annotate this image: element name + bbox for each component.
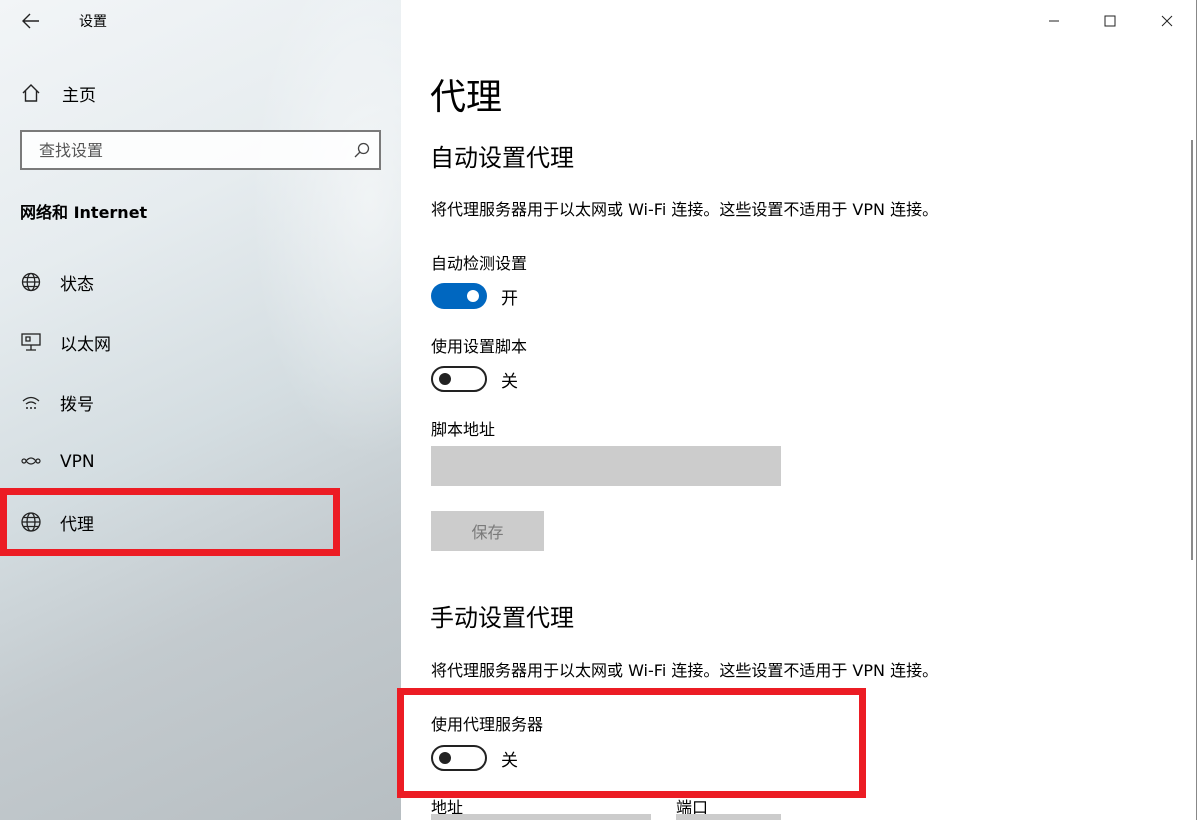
selection-indicator [4, 510, 7, 534]
search-input[interactable] [37, 139, 337, 161]
back-arrow-icon [22, 13, 39, 29]
script-address-field[interactable] [431, 446, 781, 486]
sidebar-item-proxy[interactable]: 代理 [0, 492, 400, 552]
sidebar-item-label: 以太网 [60, 334, 111, 355]
maximize-icon [1104, 15, 1116, 27]
close-button[interactable] [1144, 6, 1190, 36]
toggle-knob [439, 752, 451, 764]
maximize-button[interactable] [1087, 6, 1133, 36]
ethernet-icon [20, 331, 42, 353]
close-icon [1161, 15, 1173, 27]
sidebar: 设置 主页 网络和 Internet 状态 [0, 0, 401, 820]
section-title: 网络和 Internet [20, 203, 148, 222]
home-label: 主页 [62, 85, 96, 106]
search-icon[interactable] [353, 141, 371, 159]
sidebar-item-vpn[interactable]: VPN [0, 432, 400, 492]
globe-icon [20, 511, 42, 533]
sidebar-item-ethernet[interactable]: 以太网 [0, 312, 400, 372]
save-button[interactable]: 保存 [431, 511, 544, 551]
home-nav-item[interactable]: 主页 [20, 80, 96, 106]
proxy-address-field[interactable] [431, 814, 651, 820]
globe-status-icon [20, 271, 42, 293]
sidebar-item-label: 拨号 [60, 394, 94, 415]
auto-detect-row: 开 [431, 283, 518, 309]
search-box[interactable] [20, 130, 381, 170]
setup-script-label: 使用设置脚本 [431, 337, 528, 356]
manual-proxy-description: 将代理服务器用于以太网或 Wi-Fi 连接。这些设置不适用于 VPN 连接。 [431, 661, 939, 680]
scrollbar[interactable] [1191, 140, 1193, 560]
sidebar-item-label: 代理 [60, 514, 94, 535]
minimize-icon [1049, 20, 1059, 22]
minimize-button[interactable] [1031, 6, 1077, 36]
setup-script-state: 关 [501, 371, 518, 392]
back-button[interactable] [14, 6, 48, 36]
use-proxy-state: 关 [501, 750, 518, 771]
use-proxy-toggle[interactable] [431, 745, 487, 771]
home-icon [22, 84, 40, 102]
auto-detect-label: 自动检测设置 [431, 254, 528, 273]
settings-window: 设置 主页 网络和 Internet 状态 [0, 0, 1197, 820]
content-pane [401, 0, 1196, 820]
toggle-knob [439, 373, 451, 385]
vpn-icon [20, 451, 42, 473]
script-address-label: 脚本地址 [431, 420, 496, 439]
sidebar-item-label: 状态 [60, 274, 94, 295]
page-title: 代理 [430, 77, 503, 118]
sidebar-item-status[interactable]: 状态 [0, 252, 400, 312]
auto-proxy-description: 将代理服务器用于以太网或 Wi-Fi 连接。这些设置不适用于 VPN 连接。 [431, 200, 939, 219]
manual-proxy-heading: 手动设置代理 [430, 604, 574, 632]
dialup-icon [20, 391, 42, 413]
sidebar-item-dialup[interactable]: 拨号 [0, 372, 400, 432]
app-title: 设置 [79, 14, 107, 30]
proxy-port-field[interactable] [676, 814, 781, 820]
auto-detect-toggle[interactable] [431, 283, 487, 309]
sidebar-item-label: VPN [60, 452, 95, 472]
auto-detect-state: 开 [501, 288, 518, 309]
use-proxy-row: 关 [431, 745, 518, 771]
setup-script-toggle[interactable] [431, 366, 487, 392]
use-proxy-label: 使用代理服务器 [431, 715, 544, 734]
toggle-knob [467, 290, 479, 302]
auto-proxy-heading: 自动设置代理 [430, 144, 574, 172]
setup-script-row: 关 [431, 366, 518, 392]
